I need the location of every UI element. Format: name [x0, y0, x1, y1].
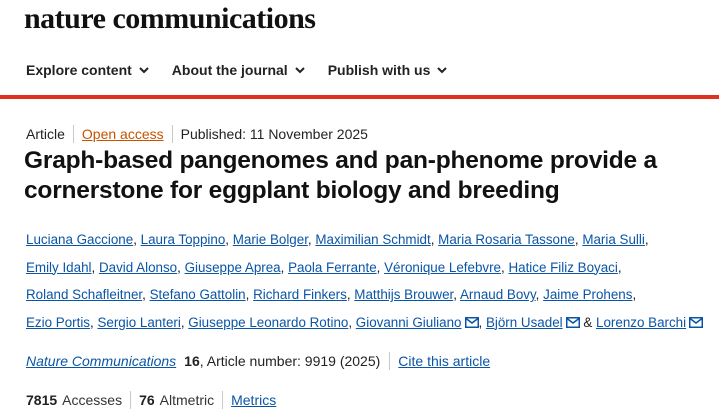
author-link[interactable]: Matthijs Brouwer [354, 287, 453, 302]
author-link[interactable]: Giovanni Giuliano [356, 315, 462, 330]
article-number: , Article number: 9919 (2025) [199, 353, 381, 369]
author-link[interactable]: Arnaud Bovy [460, 287, 536, 302]
chevron-down-icon [437, 67, 448, 74]
author-link[interactable]: David Alonso [99, 260, 177, 275]
author-link[interactable]: Paola Ferrante [288, 260, 377, 275]
journal-logo[interactable]: nature communications [24, 2, 316, 36]
altmetric-label: Altmetric [159, 392, 215, 408]
divider [72, 125, 74, 143]
author-link[interactable]: Giuseppe Aprea [185, 260, 281, 275]
divider [171, 125, 173, 143]
main-nav: Explore content About the journal Publis… [26, 62, 448, 78]
author-link[interactable]: Véronique Lefebvre [384, 260, 501, 275]
citation-line: Nature Communications 16 , Article numbe… [26, 352, 490, 370]
author-link[interactable]: Roland Schafleitner [26, 287, 142, 302]
author-link[interactable]: Hatice Filiz Boyaci [508, 260, 617, 275]
article-title: Graph-based pangenomes and pan-phenome p… [24, 147, 657, 204]
author-link[interactable]: Maria Sulli [582, 232, 645, 247]
journal-link[interactable]: Nature Communications [26, 353, 176, 369]
author-link[interactable]: Maximilian Schmidt [315, 232, 430, 247]
author-link[interactable]: Jaime Prohens [543, 287, 632, 302]
author-link[interactable]: Sergio Lanteri [97, 315, 180, 330]
author-link[interactable]: Ezio Portis [26, 315, 90, 330]
nav-label: About the journal [171, 62, 288, 78]
divider [389, 352, 391, 370]
chevron-down-icon [139, 67, 149, 74]
chevron-down-icon [294, 67, 305, 74]
author-separator: & [583, 314, 593, 330]
divider [130, 391, 132, 409]
nav-label: Explore content [26, 62, 132, 78]
divider [222, 391, 224, 409]
nav-explore-content[interactable]: Explore content [26, 62, 150, 78]
author-link[interactable]: Lorenzo Barchi [596, 315, 686, 330]
nav-publish-with-us[interactable]: Publish with us [328, 62, 449, 78]
author-link[interactable]: Stefano Gattolin [150, 287, 246, 302]
author-link[interactable]: Maria Rosaria Tassone [438, 232, 575, 247]
author-link[interactable]: Luciana Gaccione [26, 232, 133, 247]
article-type: Article [26, 126, 65, 142]
author-link[interactable]: Emily Idahl [26, 260, 92, 275]
envelope-icon[interactable] [565, 316, 580, 328]
author-link[interactable]: Richard Finkers [253, 287, 347, 302]
author-link[interactable]: Giuseppe Leonardo Rotino [188, 315, 348, 330]
envelope-icon[interactable] [464, 316, 479, 328]
envelope-icon[interactable] [689, 316, 704, 328]
article-metrics: 7815 Accesses 76 Altmetric Metrics [26, 391, 276, 409]
accesses-label: Accesses [62, 392, 123, 408]
author-list: Luciana Gaccione, Laura Toppino, Marie B… [26, 226, 706, 336]
cite-this-article-link[interactable]: Cite this article [398, 353, 490, 369]
published-date: Published: 11 November 2025 [180, 126, 368, 142]
open-access-link[interactable]: Open access [82, 126, 164, 142]
article-meta: Article Open access Published: 11 Novemb… [26, 125, 368, 143]
nav-label: Publish with us [327, 62, 431, 78]
nav-about-journal[interactable]: About the journal [172, 62, 306, 78]
author-link[interactable]: Marie Bolger [233, 232, 308, 247]
volume-number: 16 [184, 353, 200, 369]
header-divider [0, 95, 719, 99]
author-link[interactable]: Laura Toppino [141, 232, 226, 247]
altmetric-count: 76 [139, 392, 155, 408]
author-link[interactable]: Björn Usadel [486, 315, 563, 330]
accesses-count: 7815 [26, 392, 58, 408]
metrics-link[interactable]: Metrics [231, 392, 276, 408]
